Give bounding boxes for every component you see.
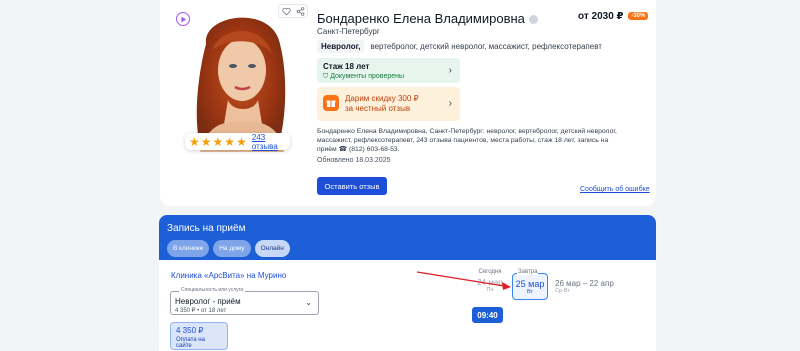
play-icon bbox=[180, 16, 186, 22]
shield-check-icon: ⛉ bbox=[323, 73, 329, 80]
day-label: Сегодня bbox=[478, 269, 502, 275]
doctor-description: Бондаренко Елена Владимировна, Санкт-Пет… bbox=[317, 128, 617, 153]
heart-icon[interactable] bbox=[281, 7, 291, 16]
doctor-card: ★ ★ ★ ★ ★ 243 отзыва Бондаренко Елена Вл… bbox=[160, 0, 656, 206]
booking-header: Запись на приём В клинике На дому Онлайн bbox=[159, 215, 656, 260]
play-video-button[interactable] bbox=[176, 12, 190, 26]
day-tomorrow-selected[interactable]: Завтра 25 мар Вт bbox=[512, 269, 548, 300]
discount-badge: -30% bbox=[628, 12, 649, 21]
experience-text: Стаж 18 лет bbox=[323, 62, 370, 71]
day-label: Завтра bbox=[517, 269, 539, 275]
tab-home-visit[interactable]: На дому bbox=[213, 240, 251, 257]
day-range[interactable]: 26 мар – 22 апр Ср-Вт bbox=[555, 279, 619, 294]
price-value: от 2030 ₽ bbox=[578, 11, 624, 22]
chevron-right-icon: › bbox=[448, 65, 452, 76]
star-icon: ★ bbox=[189, 134, 200, 149]
review-discount-promo[interactable]: Дарим скидку 300 ₽ за честный отзыв › bbox=[317, 87, 460, 121]
doctor-name: Бондаренко Елена Владимировна bbox=[317, 11, 538, 26]
reviews-link[interactable]: 243 отзыва bbox=[252, 133, 290, 151]
tab-online[interactable]: Онлайн bbox=[254, 240, 290, 257]
tab-in-clinic[interactable]: В клинике bbox=[167, 240, 210, 257]
specialties: Невролог, вертебролог, детский невролог,… bbox=[317, 40, 602, 53]
time-slot[interactable]: 09:40 bbox=[472, 307, 503, 323]
star-icon: ★ bbox=[236, 134, 247, 149]
service-select[interactable]: Специальность или услуга Невролог - приё… bbox=[170, 287, 319, 315]
report-error-link[interactable]: Сообщить об ошибке bbox=[580, 186, 650, 193]
verified-icon bbox=[528, 15, 538, 25]
leave-review-button[interactable]: Оставить отзыв bbox=[317, 177, 387, 195]
doctor-city: Санкт-Петербург bbox=[317, 27, 380, 36]
price-option-value: 4 350 ₽ bbox=[176, 326, 204, 335]
price: от 2030 ₽ -30% bbox=[578, 11, 649, 22]
promo-text: Дарим скидку 300 ₽ за честный отзыв bbox=[345, 94, 454, 114]
day-weekday: Вт bbox=[526, 289, 533, 295]
service-select-legend: Специальность или услуга bbox=[179, 287, 246, 293]
clinic-link[interactable]: Клиника «АрсВита» на Мурино bbox=[171, 271, 286, 280]
promo-line-2: за честный отзыв bbox=[345, 104, 411, 113]
day-weekday: Ср-Вт bbox=[555, 288, 570, 294]
gift-icon bbox=[323, 95, 339, 111]
service-select-sub: 4 350 ₽ • от 18 лет bbox=[175, 308, 227, 314]
chevron-right-icon: › bbox=[448, 98, 452, 109]
day-date: 24 мар bbox=[477, 278, 503, 287]
day-weekday: Пн bbox=[486, 287, 494, 293]
share-icon[interactable] bbox=[296, 6, 305, 16]
experience-box[interactable]: Стаж 18 лет ⛉ Документы проверены › bbox=[317, 58, 460, 83]
day-date: 26 мар – 22 апр bbox=[555, 279, 614, 288]
booking-panel: Запись на приём В клинике На дому Онлайн… bbox=[159, 215, 656, 351]
booking-title: Запись на приём bbox=[167, 223, 246, 234]
service-select-value: Невролог - приём bbox=[175, 297, 241, 306]
price-option-sub: Оплата на сайте bbox=[176, 337, 205, 349]
chevron-down-icon: ⌄ bbox=[305, 298, 312, 307]
booking-tabs: В клинике На дому Онлайн bbox=[167, 240, 648, 257]
other-specialties: вертебролог, детский невролог, массажист… bbox=[370, 42, 602, 51]
documents-verified: ⛉ Документы проверены bbox=[323, 73, 454, 81]
day-date: 25 мар bbox=[515, 279, 545, 289]
documents-verified-text: Документы проверены bbox=[330, 73, 405, 80]
favorite-share-group bbox=[278, 4, 308, 18]
doctor-name-text: Бондаренко Елена Владимировна bbox=[317, 11, 525, 26]
updated-date: Обновлено 18.03.2025 bbox=[317, 157, 391, 164]
doctor-portrait-image bbox=[172, 4, 308, 154]
star-icon: ★ bbox=[212, 134, 224, 149]
price-option[interactable]: 4 350 ₽ Оплата на сайте bbox=[170, 322, 228, 350]
star-icon: ★ bbox=[200, 134, 212, 149]
promo-line-1: Дарим скидку 300 ₽ bbox=[345, 94, 419, 103]
rating-badge: ★ ★ ★ ★ ★ 243 отзыва bbox=[185, 133, 290, 151]
star-icon: ★ bbox=[224, 134, 236, 149]
day-today[interactable]: Сегодня 24 мар Пн bbox=[470, 269, 510, 293]
doctor-photo[interactable] bbox=[172, 4, 308, 154]
main-specialty: Невролог, bbox=[317, 40, 365, 53]
